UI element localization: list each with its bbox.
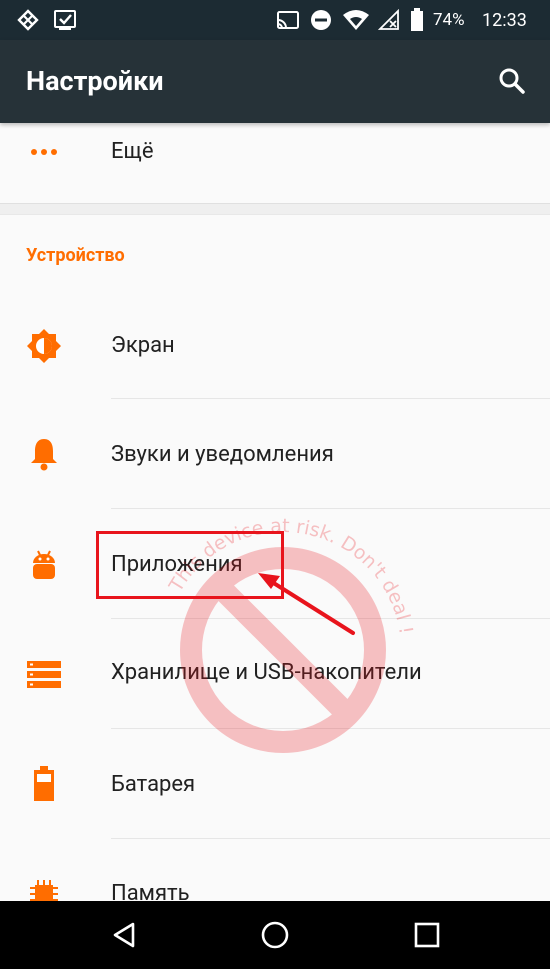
highlight-box xyxy=(96,531,284,599)
storage-icon xyxy=(22,653,66,697)
do-not-disturb-icon xyxy=(310,0,332,40)
navigation-bar xyxy=(0,901,550,969)
task-done-icon xyxy=(53,0,77,40)
list-item-more[interactable]: Ещё xyxy=(0,123,550,203)
list-item-memory[interactable]: Память xyxy=(0,840,550,901)
row-divider xyxy=(111,838,550,839)
search-icon xyxy=(499,68,525,94)
home-icon xyxy=(261,921,289,949)
battery-icon xyxy=(22,762,66,806)
back-icon xyxy=(113,922,135,948)
memory-chip-icon xyxy=(22,872,66,901)
section-divider xyxy=(0,203,550,215)
list-item-label: Память xyxy=(111,881,190,901)
back-button[interactable] xyxy=(90,901,158,969)
list-item-label: Звуки и уведомления xyxy=(111,442,334,467)
row-divider xyxy=(111,508,550,509)
cast-icon xyxy=(276,0,300,40)
battery-icon xyxy=(410,0,424,40)
section-header: Устройство xyxy=(26,245,125,266)
no-sim-icon xyxy=(378,0,400,40)
wifi-icon xyxy=(342,0,370,40)
battery-percent: 74% xyxy=(433,10,465,30)
list-item-label: Экран xyxy=(111,333,175,358)
list-item-label: Хранилище и USB-накопители xyxy=(111,660,422,685)
home-button[interactable] xyxy=(241,901,309,969)
page-title: Настройки xyxy=(26,65,164,97)
list-item-sounds[interactable]: Звуки и уведомления xyxy=(0,400,550,509)
recents-button[interactable] xyxy=(393,901,461,969)
status-bar: 74% 12:33 xyxy=(0,0,550,40)
recents-icon xyxy=(414,922,440,948)
list-item-storage[interactable]: Хранилище и USB-накопители xyxy=(0,620,550,729)
settings-list: Ещё Устройство Экран Звуки и уведомления xyxy=(0,123,550,901)
more-dots-icon xyxy=(22,130,66,174)
list-item-label: Ещё xyxy=(111,139,154,164)
clock: 12:33 xyxy=(482,9,527,31)
brightness-icon xyxy=(22,324,66,368)
row-divider xyxy=(111,618,550,619)
list-item-battery[interactable]: Батарея xyxy=(0,730,550,839)
row-divider xyxy=(111,398,550,399)
list-item-label: Батарея xyxy=(111,772,196,797)
row-divider xyxy=(111,728,550,729)
search-button[interactable] xyxy=(488,57,536,105)
android-icon xyxy=(22,543,66,587)
app-bar: Настройки xyxy=(0,40,550,123)
bell-icon xyxy=(22,432,66,476)
list-item-display[interactable]: Экран xyxy=(0,293,550,399)
signal-off-icon xyxy=(16,0,40,40)
